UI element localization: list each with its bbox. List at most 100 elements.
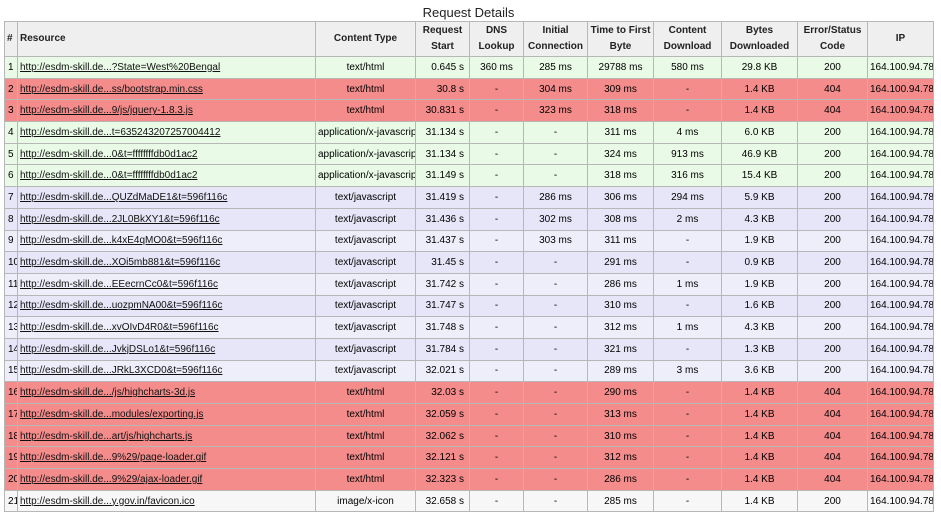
resource-link-cell: http://esdm-skill.de...t=635243207257004… [17,121,316,144]
row-index-cell: 12 [4,294,18,318]
row-index-cell: 9 [4,229,18,253]
table-row: 10http://esdm-skill.de...XOi5mb881&t=596… [4,251,934,274]
table-row: 2 http://esdm-skill.de...ss/bootstrap.min… [4,77,934,101]
table-row: 7 http://esdm-skill.de...QUZdMaDE1&t=596f… [4,186,934,209]
bytes-downloaded-cell: 1.4 KB [721,489,798,513]
resource-link[interactable]: http://esdm-skill.de...?State=West%20Ben… [20,62,220,73]
initial-connection-cell: - [523,294,588,318]
status-code-cell: 200 [797,359,868,383]
resource-link[interactable]: http://esdm-skill.de...XOi5mb881&t=596f1… [20,257,220,268]
content-type-cell: text/javascript [315,359,416,383]
resource-link[interactable]: http://esdm-skill.de...9%29/ajax-loader.… [20,474,202,485]
request-start-cell: 31.134 s [415,142,470,166]
resource-link[interactable]: http://esdm-skill.de...JRkL3XCD0&t=596f1… [20,365,222,376]
request-start-cell: 32.062 s [415,424,470,448]
request-details-table: # Resource Content Type Request Start DN… [4,21,934,513]
resource-link[interactable]: http://esdm-skill.de...9%29/page-loader.… [20,452,206,463]
table-row: 13http://esdm-skill.de...xvOIvD4R0&t=596… [4,316,934,339]
resource-link[interactable]: http://esdm-skill.de...k4xE4qMO0&t=596f1… [20,235,222,246]
initial-connection-cell: - [523,251,588,274]
resource-link[interactable]: http://esdm-skill.de...ss/bootstrap.min.… [20,84,203,95]
dns-lookup-cell: - [469,207,524,231]
resource-link[interactable]: http://esdm-skill.de...EEecrnCc0&t=596f1… [20,279,218,290]
content-type-cell: application/x-javascript [315,121,416,144]
request-start-cell: 31.747 s [415,294,470,318]
ip-address-cell: 164.100.94.78 [867,207,934,231]
request-start-cell: 0.645 s [415,56,470,79]
resource-link[interactable]: http://esdm-skill.de...y.gov.in/favicon.… [20,496,195,507]
content-download-cell: - [653,489,722,513]
request-start-cell: 32.323 s [415,468,470,491]
request-start-cell: 31.742 s [415,272,470,296]
status-code-cell: 404 [797,381,868,404]
table-row: 1 http://esdm-skill.de...?State=West%20Be… [4,56,934,79]
bytes-downloaded-cell: 29.8 KB [721,56,798,79]
col-header-status-code: Error/Status Code [797,21,868,57]
resource-link-cell: http://esdm-skill.de...9%29/ajax-loader.… [17,468,316,491]
row-index-cell: 20 [4,468,18,491]
time-to-first-byte-cell: 286 ms [587,468,654,491]
time-to-first-byte-cell: 291 ms [587,251,654,274]
request-start-cell: 31.149 s [415,164,470,188]
ip-address-cell: 164.100.94.78 [867,77,934,101]
dns-lookup-cell: - [469,316,524,339]
status-code-cell: 404 [797,403,868,426]
status-code-cell: 404 [797,468,868,491]
ip-address-cell: 164.100.94.78 [867,403,934,426]
resource-link[interactable]: http://esdm-skill.de.../js/highcharts-3d… [20,387,195,398]
ip-address-cell: 164.100.94.78 [867,446,934,470]
status-code-cell: 200 [797,186,868,209]
resource-link[interactable]: http://esdm-skill.de...art/js/highcharts… [20,431,192,442]
row-index-cell: 21 [4,489,18,513]
resource-link[interactable]: http://esdm-skill.de...xvOIvD4R0&t=596f1… [20,322,219,333]
row-index-cell: 8 [4,207,18,231]
resource-link[interactable]: http://esdm-skill.de...0&t=ffffffffdb0d1… [20,170,197,181]
initial-connection-cell: - [523,446,588,470]
resource-link[interactable]: http://esdm-skill.de...t=635243207257004… [20,127,220,138]
request-start-cell: 32.121 s [415,446,470,470]
status-code-cell: 200 [797,316,868,339]
table-row: 8 http://esdm-skill.de...2JL0BkXY1&t=596f… [4,207,934,231]
ip-address-cell: 164.100.94.78 [867,381,934,404]
request-start-cell: 30.831 s [415,99,470,123]
time-to-first-byte-cell: 306 ms [587,186,654,209]
bytes-downloaded-cell: 46.9 KB [721,142,798,166]
content-type-cell: text/html [315,424,416,448]
time-to-first-byte-cell: 286 ms [587,272,654,296]
dns-lookup-cell: - [469,446,524,470]
request-start-cell: 31.748 s [415,316,470,339]
time-to-first-byte-cell: 312 ms [587,446,654,470]
content-download-cell: - [653,294,722,318]
initial-connection-cell: - [523,468,588,491]
resource-link[interactable]: http://esdm-skill.de...JvkjDSLo1&t=596f1… [20,344,215,355]
table-row: 3 http://esdm-skill.de...9/js/jquery-1.8.… [4,99,934,123]
col-header-request-start: Request Start [415,21,470,57]
dns-lookup-cell: - [469,468,524,491]
bytes-downloaded-cell: 1.4 KB [721,403,798,426]
bytes-downloaded-cell: 1.9 KB [721,229,798,253]
col-header-dns-lookup: DNS Lookup [469,21,524,57]
resource-link-cell: http://esdm-skill.de...9/js/jquery-1.8.3… [17,99,316,123]
row-index-cell: 11 [4,272,18,296]
resource-link-cell: http://esdm-skill.de...JvkjDSLo1&t=596f1… [17,337,316,361]
resource-link[interactable]: http://esdm-skill.de...0&t=ffffffffdb0d1… [20,149,197,160]
bytes-downloaded-cell: 3.6 KB [721,359,798,383]
bytes-downloaded-cell: 5.9 KB [721,186,798,209]
table-row: 11 http://esdm-skill.de...EEecrnCc0&t=596… [4,272,934,296]
resource-link[interactable]: http://esdm-skill.de...uozpmNA00&t=596f1… [20,300,222,311]
content-type-cell: text/javascript [315,294,416,318]
resource-link[interactable]: http://esdm-skill.de...9/js/jquery-1.8.3… [20,105,193,116]
resource-link[interactable]: http://esdm-skill.de...2JL0BkXY1&t=596f1… [20,214,220,225]
ip-address-cell: 164.100.94.78 [867,337,934,361]
row-index-cell: 6 [4,164,18,188]
resource-link[interactable]: http://esdm-skill.de...modules/exporting… [20,409,203,420]
time-to-first-byte-cell: 312 ms [587,316,654,339]
ip-address-cell: 164.100.94.78 [867,186,934,209]
initial-connection-cell: 286 ms [523,186,588,209]
ip-address-cell: 164.100.94.78 [867,294,934,318]
dns-lookup-cell: - [469,381,524,404]
resource-link[interactable]: http://esdm-skill.de...QUZdMaDE1&t=596f1… [20,192,227,203]
content-download-cell: - [653,99,722,123]
resource-link-cell: http://esdm-skill.de...k4xE4qMO0&t=596f1… [17,229,316,253]
dns-lookup-cell: - [469,186,524,209]
